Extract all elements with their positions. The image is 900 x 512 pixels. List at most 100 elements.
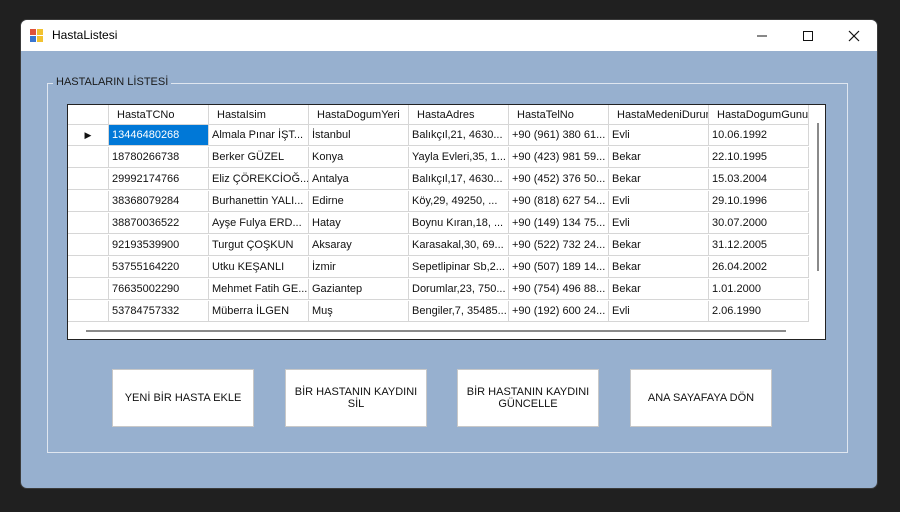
table-cell[interactable]: Bekar: [609, 235, 709, 256]
table-row[interactable]: 53784757332 Müberra İLGEN Muş Bengiler,7, 3…: [68, 301, 809, 323]
table-cell[interactable]: Mehmet Fatih GE...: [209, 279, 309, 300]
table-cell[interactable]: Antalya: [309, 169, 409, 190]
column-header[interactable]: HastaTelNo: [509, 105, 609, 125]
table-cell[interactable]: Gaziantep: [309, 279, 409, 300]
row-header-cell[interactable]: [68, 169, 109, 190]
table-row[interactable]: 29992174766 Eliz ÇÖREKCİOĞ... Antalya Balık…: [68, 169, 809, 191]
table-cell[interactable]: 53755164220: [109, 257, 209, 278]
table-cell[interactable]: Burhanettin YALI...: [209, 191, 309, 212]
home-button[interactable]: ANA SAYAFAYA DÖN: [630, 369, 772, 427]
table-cell[interactable]: 92193539900: [109, 235, 209, 256]
table-cell[interactable]: +90 (522) 732 24...: [509, 235, 609, 256]
table-cell[interactable]: 29.10.1996: [709, 191, 809, 212]
row-header-cell[interactable]: [68, 279, 109, 300]
table-cell[interactable]: 53784757332: [109, 301, 209, 322]
column-header[interactable]: HastaMedeniDurum: [609, 105, 709, 125]
horizontal-scroll-thumb[interactable]: [86, 330, 786, 332]
table-cell[interactable]: Almala Pınar İŞT...: [209, 125, 309, 146]
add-patient-button[interactable]: YENİ BİR HASTA EKLE: [112, 369, 254, 427]
table-cell[interactable]: 76635002290: [109, 279, 209, 300]
table-cell[interactable]: +90 (149) 134 75...: [509, 213, 609, 234]
table-cell[interactable]: 31.12.2005: [709, 235, 809, 256]
table-cell[interactable]: +90 (507) 189 14...: [509, 257, 609, 278]
patients-datagrid[interactable]: HastaTCNo HastaIsim HastaDogumYeri HastaAdr…: [67, 104, 826, 340]
table-cell[interactable]: 22.10.1995: [709, 147, 809, 168]
close-button[interactable]: [831, 20, 877, 51]
maximize-button[interactable]: [785, 20, 831, 51]
table-cell[interactable]: Evli: [609, 213, 709, 234]
table-row[interactable]: 38870036522 Ayşe Fulya ERD... Hatay Boynu K…: [68, 213, 809, 235]
table-cell[interactable]: 15.03.2004: [709, 169, 809, 190]
table-cell[interactable]: 38870036522: [109, 213, 209, 234]
table-cell[interactable]: Bekar: [609, 147, 709, 168]
table-cell[interactable]: +90 (961) 380 61...: [509, 125, 609, 146]
table-cell[interactable]: Bekar: [609, 169, 709, 190]
table-cell[interactable]: Muş: [309, 301, 409, 322]
table-cell[interactable]: 38368079284: [109, 191, 209, 212]
table-cell[interactable]: Edirne: [309, 191, 409, 212]
table-cell[interactable]: Müberra İLGEN: [209, 301, 309, 322]
table-cell[interactable]: +90 (452) 376 50...: [509, 169, 609, 190]
table-cell[interactable]: Dorumlar,23, 750...: [409, 279, 509, 300]
table-cell[interactable]: +90 (818) 627 54...: [509, 191, 609, 212]
table-cell[interactable]: Köy,29, 49250, ...: [409, 191, 509, 212]
minimize-button[interactable]: [739, 20, 785, 51]
row-header-cell[interactable]: ▶: [68, 125, 109, 146]
table-cell[interactable]: Boynu Kıran,18, ...: [409, 213, 509, 234]
row-header-cell[interactable]: [68, 191, 109, 212]
table-cell[interactable]: Bekar: [609, 257, 709, 278]
table-cell[interactable]: Bekar: [609, 279, 709, 300]
table-cell[interactable]: 26.04.2002: [709, 257, 809, 278]
table-cell[interactable]: 10.06.1992: [709, 125, 809, 146]
table-cell[interactable]: Utku KEŞANLI: [209, 257, 309, 278]
table-cell[interactable]: Berker GÜZEL: [209, 147, 309, 168]
table-cell[interactable]: Bengiler,7, 35485...: [409, 301, 509, 322]
table-cell[interactable]: 29992174766: [109, 169, 209, 190]
table-cell[interactable]: Sepetlipinar Sb,2...: [409, 257, 509, 278]
row-header-cell[interactable]: [68, 213, 109, 234]
table-cell[interactable]: Balıkçıl,17, 4630...: [409, 169, 509, 190]
table-cell[interactable]: Hatay: [309, 213, 409, 234]
column-header[interactable]: HastaDogumGunu: [709, 105, 809, 125]
title-bar[interactable]: HastaListesi: [21, 20, 877, 51]
table-cell[interactable]: Turgut ÇOŞKUN: [209, 235, 309, 256]
table-cell[interactable]: Karasakal,30, 69...: [409, 235, 509, 256]
table-cell[interactable]: Aksaray: [309, 235, 409, 256]
row-header-cell[interactable]: [68, 257, 109, 278]
table-cell[interactable]: 30.07.2000: [709, 213, 809, 234]
table-cell[interactable]: 1.01.2000: [709, 279, 809, 300]
table-cell[interactable]: Evli: [609, 191, 709, 212]
table-row[interactable]: 53755164220 Utku KEŞANLI İzmir Sepetlipinar…: [68, 257, 809, 279]
column-header[interactable]: HastaAdres: [409, 105, 509, 125]
table-cell[interactable]: Evli: [609, 125, 709, 146]
table-cell[interactable]: Yayla Evleri,35, 1...: [409, 147, 509, 168]
vertical-scroll-thumb[interactable]: [817, 123, 819, 271]
table-row[interactable]: ▶ 13446480268 Almala Pınar İŞT... İstanbul B…: [68, 125, 809, 147]
table-cell[interactable]: Balıkçıl,21, 4630...: [409, 125, 509, 146]
row-header-cell[interactable]: [68, 235, 109, 256]
table-cell[interactable]: Konya: [309, 147, 409, 168]
table-cell[interactable]: 13446480268: [109, 125, 209, 146]
table-cell[interactable]: Evli: [609, 301, 709, 322]
table-cell[interactable]: +90 (423) 981 59...: [509, 147, 609, 168]
table-row[interactable]: 18780266738 Berker GÜZEL Konya Yayla Evleri…: [68, 147, 809, 169]
table-row[interactable]: 92193539900 Turgut ÇOŞKUN Aksaray Karasakal…: [68, 235, 809, 257]
column-header[interactable]: HastaIsim: [209, 105, 309, 125]
column-header[interactable]: HastaDogumYeri: [309, 105, 409, 125]
vertical-scrollbar[interactable]: [813, 121, 825, 321]
table-row[interactable]: 38368079284 Burhanettin YALI... Edirne Köy,…: [68, 191, 809, 213]
horizontal-scrollbar[interactable]: [68, 323, 813, 339]
table-cell[interactable]: Ayşe Fulya ERD...: [209, 213, 309, 234]
table-cell[interactable]: +90 (192) 600 24...: [509, 301, 609, 322]
table-cell[interactable]: 2.06.1990: [709, 301, 809, 322]
table-cell[interactable]: İstanbul: [309, 125, 409, 146]
table-cell[interactable]: Eliz ÇÖREKCİOĞ...: [209, 169, 309, 190]
table-row[interactable]: 76635002290 Mehmet Fatih GE... Gaziantep Do…: [68, 279, 809, 301]
table-cell[interactable]: +90 (754) 496 88...: [509, 279, 609, 300]
row-header-cell[interactable]: [68, 147, 109, 168]
table-cell[interactable]: 18780266738: [109, 147, 209, 168]
column-header[interactable]: HastaTCNo: [109, 105, 209, 125]
table-cell[interactable]: İzmir: [309, 257, 409, 278]
row-header-cell[interactable]: [68, 301, 109, 322]
update-patient-button[interactable]: BİR HASTANIN KAYDINI GÜNCELLE: [457, 369, 599, 427]
